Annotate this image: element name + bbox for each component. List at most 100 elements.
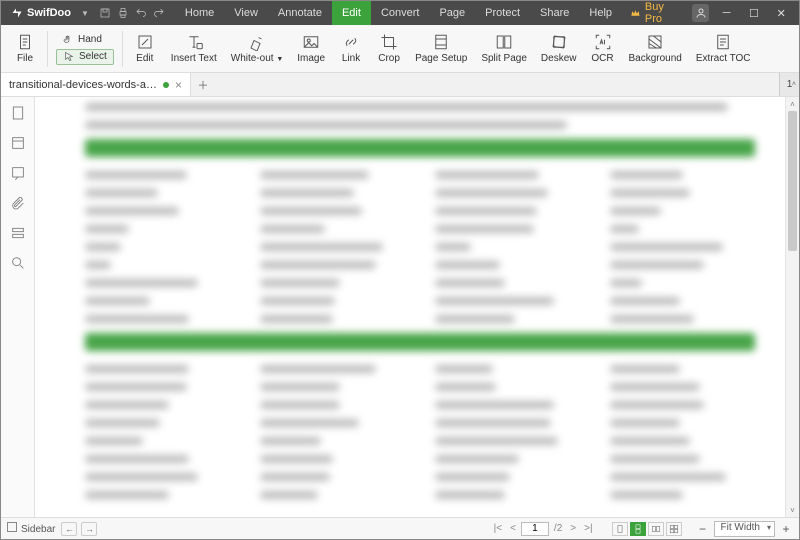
page-navigation: |< < /2 > >| — [491, 522, 596, 536]
user-icon — [695, 7, 707, 19]
quick-access — [93, 7, 171, 19]
view-continuous-button[interactable] — [630, 522, 646, 536]
attachments-panel-button[interactable] — [8, 193, 28, 213]
main-menus: Home View Annotate Edit Convert Page Pro… — [175, 1, 622, 25]
page-content-blurred — [85, 103, 755, 517]
minimize-button[interactable]: ─ — [713, 1, 740, 25]
page-number-input[interactable] — [521, 522, 549, 536]
view-grid-icon — [669, 524, 679, 534]
split-page-icon — [495, 33, 513, 51]
view-single-button[interactable] — [612, 522, 628, 536]
ocr-icon — [594, 33, 612, 51]
nav-back-button[interactable]: ← — [61, 522, 77, 536]
prev-page-button[interactable]: < — [507, 523, 519, 534]
app-name: SwifDoo — [27, 7, 71, 19]
select-tool[interactable]: Select — [56, 49, 114, 65]
link-button[interactable]: Link — [333, 27, 369, 71]
scroll-up-button[interactable]: ˄ — [786, 97, 799, 111]
thumbnails-panel-button[interactable] — [8, 103, 28, 123]
document-tab[interactable]: transitional-devices-words-an… × — [1, 73, 191, 96]
menu-page[interactable]: Page — [429, 1, 475, 25]
undo-icon[interactable] — [135, 7, 147, 19]
buy-pro-label: Buy Pro — [645, 1, 680, 25]
menu-annotate[interactable]: Annotate — [268, 1, 332, 25]
whiteout-icon — [248, 33, 266, 51]
vertical-scrollbar[interactable]: ˄ ˅ — [785, 97, 799, 517]
page-total-label: /2 — [551, 523, 565, 534]
insert-text-icon — [185, 33, 203, 51]
menu-edit[interactable]: Edit — [332, 1, 371, 25]
edit-icon — [136, 33, 154, 51]
scrollbar-thumb[interactable] — [788, 111, 797, 251]
first-page-button[interactable]: |< — [491, 523, 505, 534]
save-icon[interactable] — [99, 7, 111, 19]
fields-panel-button[interactable] — [8, 223, 28, 243]
menu-view[interactable]: View — [224, 1, 268, 25]
checkbox-icon — [7, 522, 17, 532]
menu-help[interactable]: Help — [579, 1, 622, 25]
next-page-button[interactable]: > — [567, 523, 579, 534]
search-icon — [10, 255, 26, 271]
hand-tool[interactable]: Hand — [56, 33, 114, 47]
history-nav: ← → — [61, 522, 97, 536]
view-grid-button[interactable] — [666, 522, 682, 536]
last-page-button[interactable]: >| — [581, 523, 595, 534]
menu-protect[interactable]: Protect — [475, 1, 530, 25]
redo-icon[interactable] — [153, 7, 165, 19]
bookmarks-panel-button[interactable] — [8, 133, 28, 153]
view-facing-button[interactable] — [648, 522, 664, 536]
image-button[interactable]: Image — [291, 27, 331, 71]
extract-toc-icon — [714, 33, 732, 51]
deskew-icon — [550, 33, 568, 51]
chevron-up-icon: ˄ — [792, 81, 796, 88]
buy-pro-button[interactable]: Buy Pro — [622, 1, 688, 25]
nav-forward-button[interactable]: → — [81, 522, 97, 536]
page-setup-icon — [432, 33, 450, 51]
zoom-in-button[interactable]: + — [779, 522, 793, 536]
page-counter[interactable]: 1 ˄ — [779, 73, 799, 96]
ocr-button[interactable]: OCR — [585, 27, 621, 71]
menu-share[interactable]: Share — [530, 1, 579, 25]
document-viewport[interactable] — [35, 97, 785, 517]
tab-close-button[interactable]: × — [175, 78, 182, 92]
app-menu-dropdown[interactable]: ▼ — [77, 9, 93, 18]
user-account-button[interactable] — [692, 4, 708, 22]
sidebar-toggle[interactable]: Sidebar — [7, 522, 55, 535]
crop-button[interactable]: Crop — [371, 27, 407, 71]
search-panel-button[interactable] — [8, 253, 28, 273]
zoom-out-button[interactable]: − — [696, 522, 710, 536]
insert-text-button[interactable]: Insert Text — [165, 27, 223, 71]
split-page-button[interactable]: Split Page — [475, 27, 533, 71]
image-icon — [302, 33, 320, 51]
file-button[interactable]: File — [7, 27, 43, 71]
hand-icon — [62, 34, 74, 46]
app-logo: SwifDoo — [5, 7, 77, 19]
file-icon — [16, 33, 34, 51]
background-button[interactable]: Background — [623, 27, 688, 71]
thumbnails-icon — [10, 105, 26, 121]
left-sidebar — [1, 97, 35, 517]
new-tab-button[interactable]: ＋ — [191, 73, 215, 96]
document-tabstrip: transitional-devices-words-an… × ＋ 1 ˄ — [1, 73, 799, 97]
cursor-icon — [63, 51, 75, 63]
fields-icon — [10, 225, 26, 241]
page-setup-button[interactable]: Page Setup — [409, 27, 473, 71]
app-logo-icon — [11, 7, 23, 19]
scroll-down-button[interactable]: ˅ — [786, 503, 799, 517]
menu-home[interactable]: Home — [175, 1, 224, 25]
zoom-group: − Fit Width + — [696, 521, 793, 537]
extract-toc-button[interactable]: Extract TOC — [690, 27, 757, 71]
zoom-select[interactable]: Fit Width — [714, 521, 775, 537]
print-icon[interactable] — [117, 7, 129, 19]
whiteout-button[interactable]: White-out ▼ — [225, 27, 290, 71]
maximize-button[interactable]: ☐ — [740, 1, 767, 25]
menu-convert[interactable]: Convert — [371, 1, 430, 25]
annotations-panel-button[interactable] — [8, 163, 28, 183]
deskew-button[interactable]: Deskew — [535, 27, 583, 71]
edit-button[interactable]: Edit — [127, 27, 163, 71]
view-facing-icon — [651, 524, 661, 534]
view-mode-group — [612, 522, 682, 536]
modified-indicator-icon — [163, 82, 169, 88]
pointer-mode-group: Hand Select — [52, 31, 118, 67]
close-button[interactable]: ✕ — [768, 1, 795, 25]
